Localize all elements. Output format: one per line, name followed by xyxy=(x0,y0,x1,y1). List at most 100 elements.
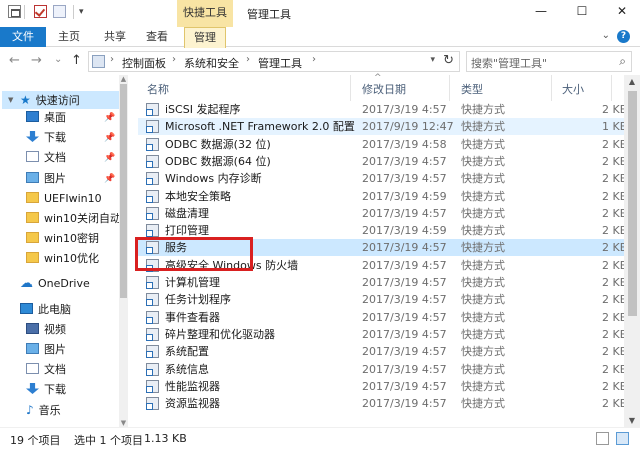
table-row[interactable]: 碎片整理和优化驱动器 2017/3/19 4:57 快捷方式 2 KB xyxy=(138,326,624,343)
sidebar-scroll-thumb[interactable] xyxy=(120,84,127,298)
file-list-scroll-thumb[interactable] xyxy=(628,91,637,316)
table-row[interactable]: iSCSI 发起程序 2017/3/19 4:57 快捷方式 2 KB xyxy=(138,101,624,118)
shortcut-icon xyxy=(146,345,159,359)
sidebar-item-uefiwin10[interactable]: UEFIwin10 xyxy=(26,190,102,208)
scroll-up-icon[interactable]: ▲ xyxy=(119,75,128,83)
table-row[interactable]: Microsoft .NET Framework 2.0 配置 2017/9/19… xyxy=(138,118,624,136)
help-icon[interactable]: ? xyxy=(617,30,630,43)
file-type: 快捷方式 xyxy=(461,397,505,411)
details-view-button[interactable] xyxy=(596,432,609,445)
scroll-down-icon[interactable]: ▼ xyxy=(119,419,128,427)
table-row[interactable]: Windows 内存诊断 2017/3/19 4:57 快捷方式 2 KB xyxy=(138,170,624,187)
column-divider[interactable] xyxy=(551,75,552,101)
column-header-type[interactable]: 类型 xyxy=(461,81,483,97)
chevron-right-icon[interactable]: › xyxy=(172,54,176,65)
column-header-date[interactable]: 修改日期 xyxy=(362,81,406,97)
table-row[interactable]: 计算机管理 2017/3/19 4:57 快捷方式 2 KB xyxy=(138,274,624,291)
sidebar-item-win10-optimize[interactable]: win10优化 xyxy=(26,250,99,268)
forward-button[interactable]: → xyxy=(31,53,42,68)
sidebar-item-quick-access[interactable]: ▼ ★ 快速访问 xyxy=(2,91,119,109)
sidebar-item-downloads[interactable]: 下载 xyxy=(26,129,66,147)
sidebar-item-pc-documents[interactable]: 文档 xyxy=(26,361,66,379)
tab-home[interactable]: 主页 xyxy=(52,27,86,47)
sidebar-item-pc-pictures[interactable]: 图片 xyxy=(26,341,66,359)
sidebar-item-desktop[interactable]: 桌面 xyxy=(26,109,66,127)
shortcut-icon xyxy=(146,189,159,203)
new-folder-icon[interactable] xyxy=(53,5,66,18)
refresh-icon[interactable]: ↻ xyxy=(443,53,454,68)
sidebar-item-pc-music[interactable]: ♪ 音乐 xyxy=(26,401,61,419)
search-icon[interactable]: ⌕ xyxy=(619,54,626,69)
sidebar-scrollbar[interactable]: ▲ ▼ xyxy=(119,75,128,427)
column-header-name[interactable]: 名称 xyxy=(147,81,169,97)
properties-icon[interactable] xyxy=(8,5,21,18)
table-row[interactable]: ODBC 数据源(64 位) 2017/3/19 4:57 快捷方式 2 KB xyxy=(138,153,624,170)
file-list-scrollbar[interactable]: ▲ ▼ xyxy=(624,75,640,427)
shortcut-icon xyxy=(146,327,159,341)
tab-share[interactable]: 共享 xyxy=(98,27,132,47)
chevron-right-icon[interactable]: › xyxy=(246,54,250,65)
file-date: 2017/3/19 4:57 xyxy=(362,362,447,376)
file-name: 任务计划程序 xyxy=(165,293,231,307)
table-row[interactable]: 磁盘清理 2017/3/19 4:57 快捷方式 2 KB xyxy=(138,205,624,222)
shortcut-icon xyxy=(146,206,159,220)
pin-icon: 📌 xyxy=(104,113,116,123)
chevron-right-icon[interactable]: › xyxy=(312,54,316,65)
checkmark-icon[interactable] xyxy=(34,5,47,18)
table-row[interactable]: 系统配置 2017/3/19 4:57 快捷方式 2 KB xyxy=(138,343,624,360)
breadcrumb-system-security[interactable]: 系统和安全 xyxy=(184,55,239,71)
column-header-size[interactable]: 大小 xyxy=(562,81,584,97)
table-row[interactable]: 事件查看器 2017/3/19 4:57 快捷方式 2 KB xyxy=(138,309,624,326)
sidebar-item-win10-autoupdate[interactable]: win10关闭自动更 xyxy=(26,210,128,228)
sidebar-item-documents[interactable]: 文档 xyxy=(26,149,66,167)
expand-ribbon-chevron-icon[interactable]: ⌄ xyxy=(602,30,610,41)
scroll-up-icon[interactable]: ▲ xyxy=(624,77,640,86)
column-divider[interactable] xyxy=(350,75,351,101)
table-row[interactable]: ODBC 数据源(32 位) 2017/3/19 4:58 快捷方式 2 KB xyxy=(138,136,624,153)
scroll-down-icon[interactable]: ▼ xyxy=(624,416,640,425)
sidebar-item-win10-key[interactable]: win10密钥 xyxy=(26,230,99,248)
breadcrumb-control-panel[interactable]: 控制面板 xyxy=(122,55,166,71)
maximize-button[interactable]: ☐ xyxy=(572,4,592,18)
address-bar[interactable]: › 控制面板 › 系统和安全 › 管理工具 › ▾ ↻ xyxy=(88,51,460,72)
table-row[interactable]: 任务计划程序 2017/3/19 4:57 快捷方式 2 KB xyxy=(138,291,624,308)
file-type: 快捷方式 xyxy=(461,327,505,341)
sidebar-item-onedrive[interactable]: ☁ OneDrive xyxy=(20,275,90,293)
recent-locations-chevron-icon[interactable]: ⌄ xyxy=(54,54,62,65)
search-box[interactable]: 搜索"管理工具" ⌕ xyxy=(466,51,632,72)
breadcrumb-admin-tools[interactable]: 管理工具 xyxy=(258,55,302,71)
sidebar-item-pictures[interactable]: 图片 xyxy=(26,170,66,188)
search-input[interactable]: 搜索"管理工具" xyxy=(471,55,547,71)
sidebar-item-pc-downloads[interactable]: 下载 xyxy=(26,381,66,399)
shortcut-icon xyxy=(146,362,159,376)
file-type: 快捷方式 xyxy=(461,154,505,168)
table-row[interactable]: 本地安全策略 2017/3/19 4:59 快捷方式 2 KB xyxy=(138,188,624,205)
chevron-right-icon[interactable]: › xyxy=(110,54,114,65)
file-name: 资源监视器 xyxy=(165,397,220,411)
column-divider[interactable] xyxy=(611,75,612,101)
file-date: 2017/9/19 12:47 xyxy=(362,120,454,134)
window-title: 管理工具 xyxy=(247,8,291,21)
back-button[interactable]: ← xyxy=(9,53,20,68)
up-button[interactable]: ↑ xyxy=(71,53,82,68)
large-icons-view-button[interactable] xyxy=(616,432,629,445)
divider xyxy=(24,5,25,19)
address-history-chevron-icon[interactable]: ▾ xyxy=(430,55,435,65)
table-row[interactable]: 资源监视器 2017/3/19 4:57 快捷方式 2 KB xyxy=(138,395,624,412)
customize-quick-access-chevron-icon[interactable]: ▾ xyxy=(79,7,84,17)
close-button[interactable]: ✕ xyxy=(612,4,632,18)
chevron-down-icon[interactable]: ▼ xyxy=(8,91,13,109)
navigation-bar: ← → ⌄ ↑ › 控制面板 › 系统和安全 › 管理工具 › ▾ ↻ 搜索"管… xyxy=(0,48,640,75)
file-size: 2 KB xyxy=(602,103,624,116)
column-divider[interactable] xyxy=(449,75,450,101)
sidebar-item-this-pc[interactable]: 此电脑 xyxy=(20,301,71,319)
tab-file[interactable]: 文件 xyxy=(0,27,46,47)
sidebar-item-pc-videos[interactable]: 视频 xyxy=(26,321,66,339)
tab-view[interactable]: 查看 xyxy=(140,27,174,47)
table-row[interactable]: 系统信息 2017/3/19 4:57 快捷方式 2 KB xyxy=(138,361,624,378)
table-row[interactable]: 性能监视器 2017/3/19 4:57 快捷方式 2 KB xyxy=(138,378,624,395)
minimize-button[interactable]: — xyxy=(531,4,551,18)
file-name: 系统配置 xyxy=(165,345,209,359)
tab-manage[interactable]: 管理 xyxy=(184,27,226,48)
file-size: 2 KB xyxy=(602,154,624,168)
